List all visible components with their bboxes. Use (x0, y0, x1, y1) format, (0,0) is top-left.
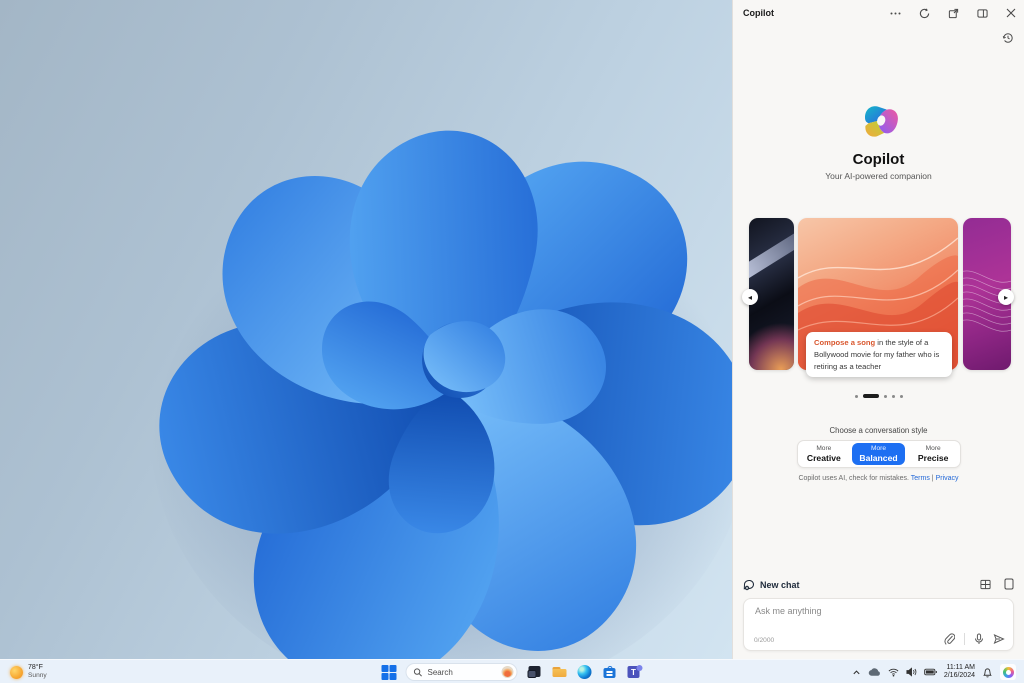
copilot-tagline: Your AI-powered companion (825, 171, 932, 181)
history-icon[interactable] (1001, 31, 1015, 45)
search-icon (413, 667, 422, 676)
style-option-precise[interactable]: More Precise (907, 441, 960, 467)
new-chat-icon (743, 579, 754, 591)
suggestion-carousel: Compose a song in the style of a Bollywo… (733, 218, 1024, 378)
suggestion-tooltip[interactable]: Compose a song in the style of a Bollywo… (806, 332, 952, 378)
battery-icon[interactable] (924, 668, 937, 676)
teams-button[interactable]: T (627, 664, 643, 680)
plugins-grid-icon[interactable] (980, 578, 991, 590)
pagination-dot-active[interactable] (862, 394, 879, 398)
copilot-tray-icon (1002, 666, 1014, 678)
ai-disclaimer: Copilot uses AI, check for mistakes. Ter… (798, 475, 959, 482)
copilot-name: Copilot (852, 151, 905, 168)
copilot-titlebar: Copilot (733, 0, 1024, 26)
copilot-tray-button[interactable] (1000, 664, 1016, 680)
pagination-dot[interactable] (899, 394, 903, 398)
system-tray: 11:11 AM 2/16/2024 (852, 660, 1016, 683)
clock-widget[interactable]: 11:11 AM 2/16/2024 (944, 664, 975, 680)
privacy-link[interactable]: Privacy (936, 475, 959, 482)
file-explorer-button[interactable] (552, 664, 568, 680)
refresh-icon[interactable] (917, 6, 931, 20)
chat-composer-area: New chat 0/2000 (733, 570, 1024, 659)
tray-time: 11:11 AM (946, 663, 975, 671)
hidden-icons-chevron[interactable] (852, 668, 861, 677)
copilot-hero: Copilot Your AI-powered companion (733, 100, 1024, 181)
copilot-panel: Copilot Copilot Your AI-powered companio… (732, 0, 1024, 659)
windows-desktop-screen: Copilot Copilot Your AI-powered companio… (0, 0, 1024, 683)
notebook-icon[interactable] (1004, 578, 1014, 590)
carousel-next-button[interactable]: ▸ (998, 289, 1014, 305)
chat-input-box: 0/2000 (743, 598, 1014, 651)
open-in-window-icon[interactable] (946, 6, 960, 20)
bloom-flower-graphic (150, 130, 732, 659)
copilot-logo-icon (864, 106, 898, 137)
weather-condition: Sunny (28, 672, 47, 680)
microsoft-store-button[interactable] (602, 664, 618, 680)
start-button[interactable] (381, 664, 397, 680)
style-option-balanced[interactable]: More Balanced (852, 443, 905, 465)
split-view-icon[interactable] (975, 6, 989, 20)
new-chat-button[interactable]: New chat (743, 579, 800, 591)
chevron-left-icon: ◂ (747, 292, 752, 302)
pagination-dot[interactable] (883, 394, 887, 398)
terms-link[interactable]: Terms (911, 475, 930, 482)
send-icon[interactable] (993, 633, 1005, 645)
wifi-icon[interactable] (888, 668, 899, 677)
more-options-icon[interactable] (888, 6, 902, 20)
onedrive-cloud-icon[interactable] (868, 667, 881, 677)
microphone-icon[interactable] (974, 633, 984, 645)
attach-file-icon[interactable] (944, 633, 955, 645)
copilot-panel-title: Copilot (743, 8, 774, 18)
conversation-style-label: Choose a conversation style (829, 426, 928, 435)
carousel-prev-button[interactable]: ◂ (742, 289, 758, 305)
search-placeholder: Search (427, 667, 453, 677)
divider (964, 633, 965, 645)
ask-me-anything-input[interactable] (746, 601, 1011, 621)
chevron-right-icon: ▸ (1003, 292, 1008, 302)
notification-bell-icon[interactable] (982, 667, 993, 678)
pagination-dot[interactable] (891, 394, 895, 398)
pagination-dot[interactable] (854, 394, 858, 398)
weather-temp: 78°F (28, 664, 43, 672)
conversation-style-toggle: More Creative More Balanced More Precise (796, 440, 961, 468)
carousel-pagination (733, 394, 1024, 398)
suggestion-action: Compose a song (814, 338, 876, 347)
volume-icon[interactable] (906, 667, 917, 677)
taskbar: 78°F Sunny Search T 11:11 AM 2/16/2024 (0, 659, 1024, 683)
character-counter: 0/2000 (754, 637, 775, 644)
desktop-wallpaper[interactable] (0, 0, 732, 659)
style-option-creative[interactable]: More Creative (798, 441, 851, 467)
edge-browser-button[interactable] (577, 664, 593, 680)
tray-date: 2/16/2024 (943, 672, 975, 679)
task-view-button[interactable] (527, 664, 543, 680)
search-highlight-image (501, 666, 514, 678)
taskbar-search-box[interactable]: Search (405, 663, 518, 681)
close-icon[interactable] (1004, 6, 1018, 20)
sun-icon (10, 665, 23, 679)
taskbar-weather-widget[interactable]: 78°F Sunny (10, 660, 47, 683)
